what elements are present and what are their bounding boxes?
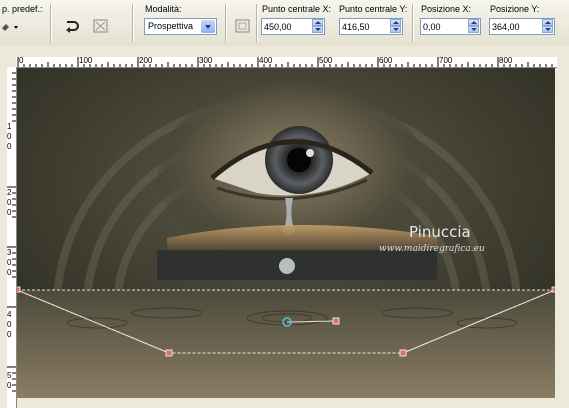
spin-up-icon[interactable] [468, 19, 479, 26]
tool-options-bar: p. predef.: Modalità: Prospettiva Punto … [0, 0, 569, 47]
ruler-tick-label: 0 [7, 320, 12, 329]
ruler-tick-label: 200 [139, 56, 153, 65]
spin-up-icon[interactable] [312, 19, 323, 26]
spin-down-icon[interactable] [390, 26, 401, 33]
position-x-spinner[interactable] [468, 19, 479, 34]
ruler-tick-label: 0 [7, 132, 12, 141]
ruler-tick-label: 800 [499, 56, 513, 65]
position-y-field[interactable] [489, 18, 555, 35]
mode-label: Modalità: [145, 4, 182, 14]
position-y-spinner[interactable] [542, 19, 553, 34]
mode-select-value: Prospettiva [148, 21, 194, 31]
center-x-field[interactable] [261, 18, 325, 35]
position-y-input[interactable] [492, 20, 538, 33]
center-y-field[interactable] [339, 18, 403, 35]
position-x-input[interactable] [423, 20, 469, 33]
center-x-spinner[interactable] [312, 19, 323, 34]
toolbar-separator [132, 4, 134, 42]
ruler-tick-label: 4 [7, 310, 12, 319]
toolbar-separator [225, 4, 227, 42]
watermark-title: Pinuccia [409, 223, 471, 241]
ruler-tick-label: 0 [7, 198, 12, 207]
preset-label: p. predef.: [2, 4, 43, 14]
spin-down-icon[interactable] [468, 26, 479, 33]
ruler-tick-label: 5 [7, 371, 12, 380]
ruler-tick-label: 300 [199, 56, 213, 65]
vertical-ruler: 1 0 0 2 0 0 3 0 0 4 0 0 5 0 [7, 67, 17, 408]
ruler-tick-label: 0 [19, 56, 24, 65]
chevron-down-icon[interactable] [201, 20, 215, 33]
ruler-tick-label: 0 [7, 208, 12, 217]
ruler-tick-label: 2 [7, 188, 12, 197]
mode-select[interactable]: Prospettiva [144, 18, 217, 35]
ruler-tick-label: 0 [7, 381, 12, 390]
ruler-tick-label: 500 [319, 56, 333, 65]
spin-up-icon[interactable] [542, 19, 553, 26]
ruler-tick-label: 0 [7, 330, 12, 339]
center-y-input[interactable] [342, 20, 388, 33]
ruler-tick-label: 0 [7, 258, 12, 267]
center-y-spinner[interactable] [390, 19, 401, 34]
apply-transform-icon[interactable] [92, 17, 110, 35]
transform-icon[interactable] [234, 17, 252, 35]
position-x-label: Posizione X: [421, 4, 472, 14]
preset-icon[interactable] [0, 18, 18, 36]
toolbar-separator [256, 4, 258, 42]
horizontal-ruler: 0 100 200 300 400 500 600 700 800 [16, 56, 557, 68]
ruler-tick-label: 700 [439, 56, 453, 65]
toolbar-separator [412, 4, 414, 42]
ruler-tick-label: 0 [7, 142, 12, 151]
position-x-field[interactable] [420, 18, 481, 35]
image-canvas[interactable]: Pinuccia www.maidiregrafica.eu [17, 68, 555, 398]
spin-down-icon[interactable] [542, 26, 553, 33]
ruler-tick-label: 1 [7, 122, 12, 131]
ruler-tick-label: 100 [79, 56, 93, 65]
spin-up-icon[interactable] [390, 19, 401, 26]
spin-down-icon[interactable] [312, 26, 323, 33]
center-y-label: Punto centrale Y: [339, 4, 408, 14]
ruler-tick-label: 0 [7, 268, 12, 277]
ruler-tick-label: 600 [379, 56, 393, 65]
center-x-input[interactable] [264, 20, 310, 33]
watermark-url: www.maidiregrafica.eu [379, 244, 485, 254]
ruler-tick-label: 3 [7, 248, 12, 257]
toolbar-separator [50, 4, 52, 42]
ruler-tick-label: 400 [259, 56, 273, 65]
center-x-label: Punto centrale X: [262, 4, 332, 14]
reset-rotate-icon[interactable] [63, 17, 81, 35]
position-y-label: Posizione Y: [490, 4, 540, 14]
